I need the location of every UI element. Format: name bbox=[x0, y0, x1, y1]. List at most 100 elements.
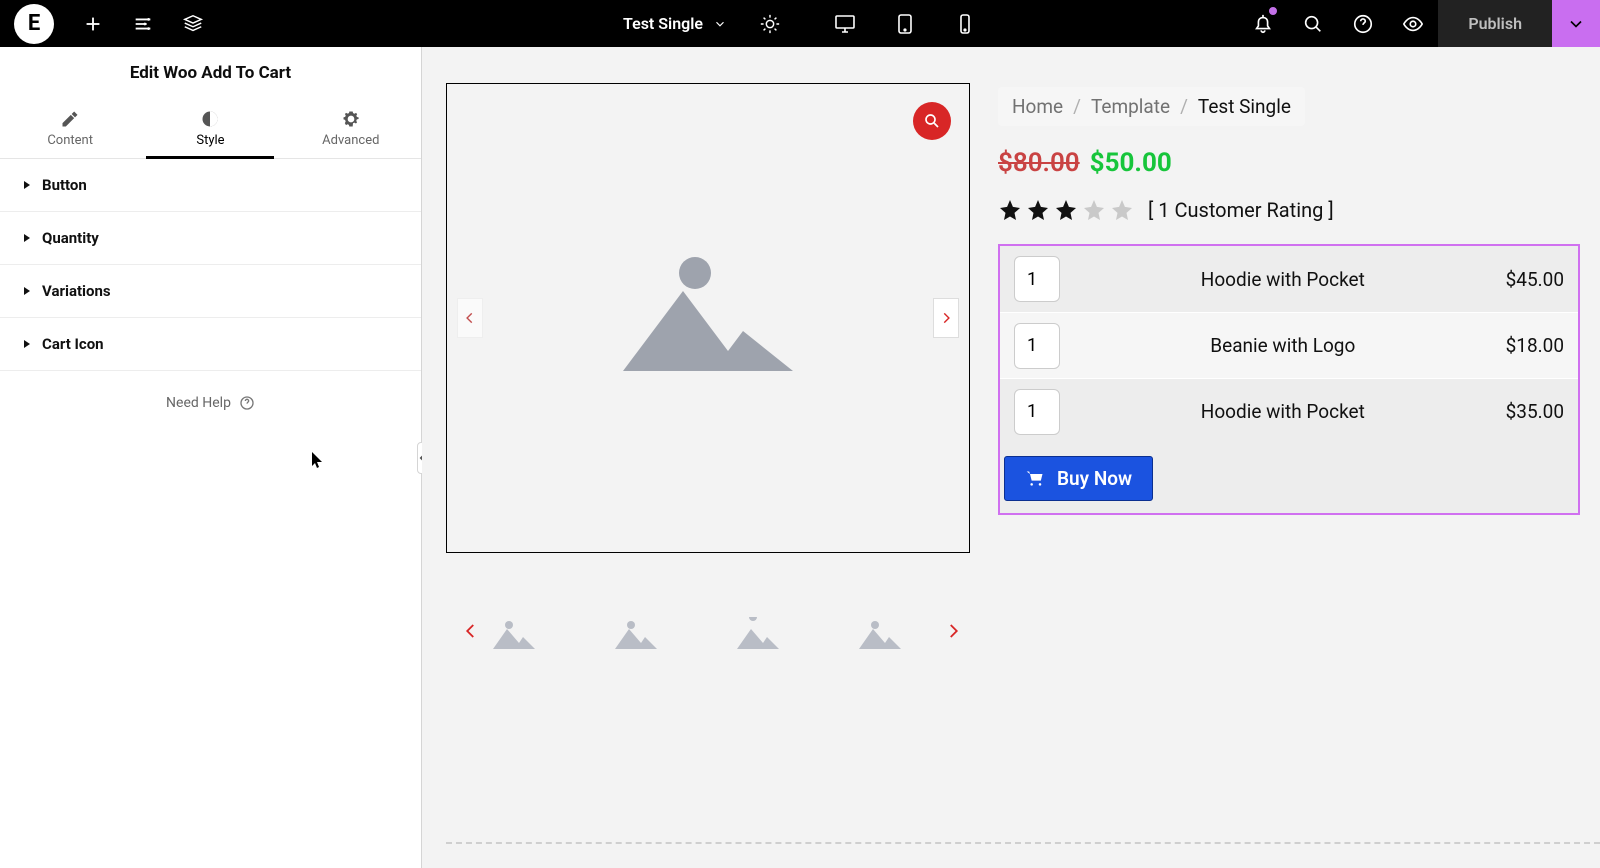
chevron-right-icon bbox=[939, 307, 953, 329]
cart-item-price: $18.00 bbox=[1506, 334, 1564, 357]
chevron-left-icon bbox=[463, 307, 477, 329]
star-icon bbox=[1026, 198, 1050, 222]
product-gallery bbox=[446, 83, 970, 828]
image-zoom-button[interactable] bbox=[913, 102, 951, 140]
cart-item-row: 1Beanie with Logo$18.00 bbox=[1000, 312, 1578, 378]
breadcrumb-current: Test Single bbox=[1198, 95, 1291, 118]
publish-label: Publish bbox=[1468, 14, 1522, 33]
thumbs-next-button[interactable] bbox=[944, 622, 962, 640]
elementor-logo[interactable]: E bbox=[14, 4, 54, 44]
preview-button[interactable] bbox=[1388, 0, 1438, 47]
notifications-button[interactable] bbox=[1238, 0, 1288, 47]
document-title-dropdown[interactable]: Test Single bbox=[605, 0, 745, 47]
cart-item-name: Beanie with Logo bbox=[1060, 334, 1506, 357]
gallery-thumbnails bbox=[446, 597, 970, 665]
help-button[interactable] bbox=[1338, 0, 1388, 47]
publish-area: Publish bbox=[1438, 0, 1600, 47]
help-circle-icon bbox=[239, 395, 255, 411]
cart-item-name: Hoodie with Pocket bbox=[1060, 268, 1506, 291]
buy-now-label: Buy Now bbox=[1057, 467, 1132, 490]
cart-item-price: $35.00 bbox=[1506, 400, 1564, 423]
chevron-left-icon bbox=[462, 622, 480, 640]
thumbnail[interactable] bbox=[608, 611, 664, 651]
section-cart-icon-label: Cart Icon bbox=[42, 335, 104, 353]
topbar-right: Publish bbox=[1238, 0, 1600, 47]
quantity-input[interactable]: 1 bbox=[1014, 256, 1060, 302]
need-help-label: Need Help bbox=[166, 395, 231, 411]
section-variations-label: Variations bbox=[42, 282, 111, 300]
panel-title: Edit Woo Add To Cart bbox=[0, 47, 421, 99]
notification-badge bbox=[1268, 6, 1278, 16]
section-button[interactable]: Button bbox=[0, 159, 421, 212]
tab-advanced-label: Advanced bbox=[322, 133, 379, 148]
navigator-button[interactable] bbox=[168, 0, 218, 47]
breadcrumb: Home / Template / Test Single bbox=[998, 87, 1305, 126]
breadcrumb-home[interactable]: Home bbox=[1012, 95, 1063, 118]
gear-icon bbox=[341, 109, 361, 129]
add-element-button[interactable] bbox=[68, 0, 118, 47]
cart-item-row: 1Hoodie with Pocket$35.00 bbox=[1000, 378, 1578, 444]
app-topbar: E Test Single bbox=[0, 0, 1600, 47]
mouse-cursor-icon bbox=[312, 452, 324, 470]
gallery-next-button[interactable] bbox=[933, 298, 959, 338]
caret-right-icon bbox=[22, 339, 32, 349]
search-icon bbox=[923, 112, 941, 130]
publish-options-button[interactable] bbox=[1552, 0, 1600, 47]
cart-item-name: Hoodie with Pocket bbox=[1060, 400, 1506, 423]
tab-style-label: Style bbox=[196, 133, 224, 148]
workspace: Edit Woo Add To Cart Content Style Advan… bbox=[0, 47, 1600, 868]
page-settings-button[interactable] bbox=[745, 0, 795, 47]
section-quantity-label: Quantity bbox=[42, 229, 99, 247]
section-variations[interactable]: Variations bbox=[0, 265, 421, 318]
caret-right-icon bbox=[22, 233, 32, 243]
buy-now-button[interactable]: Buy Now bbox=[1004, 456, 1153, 501]
rating-stars bbox=[998, 198, 1134, 222]
section-button-label: Button bbox=[42, 176, 87, 194]
tab-style[interactable]: Style bbox=[140, 99, 280, 158]
need-help-link[interactable]: Need Help bbox=[0, 371, 421, 411]
quantity-input[interactable]: 1 bbox=[1014, 389, 1060, 435]
thumbs-prev-button[interactable] bbox=[462, 622, 480, 640]
buy-row: Buy Now bbox=[1000, 444, 1578, 513]
viewport-desktop[interactable] bbox=[815, 0, 875, 47]
breadcrumb-sep: / bbox=[1073, 95, 1081, 118]
gallery-prev-button[interactable] bbox=[457, 298, 483, 338]
section-quantity[interactable]: Quantity bbox=[0, 212, 421, 265]
section-divider bbox=[446, 842, 1600, 844]
site-settings-button[interactable] bbox=[118, 0, 168, 47]
topbar-left: E bbox=[0, 0, 218, 47]
topbar-center: Test Single bbox=[605, 0, 995, 47]
breadcrumb-sep: / bbox=[1180, 95, 1188, 118]
thumbnail[interactable] bbox=[730, 611, 786, 651]
chevron-right-icon bbox=[944, 622, 962, 640]
quantity-input[interactable]: 1 bbox=[1014, 323, 1060, 369]
caret-right-icon bbox=[22, 286, 32, 296]
canvas-inner: Home / Template / Test Single $80.00 $50… bbox=[422, 47, 1600, 868]
star-icon bbox=[1110, 198, 1134, 222]
image-placeholder-icon bbox=[613, 251, 803, 385]
product-info: Home / Template / Test Single $80.00 $50… bbox=[998, 83, 1580, 828]
panel-sections: Button Quantity Variations Cart Icon Nee… bbox=[0, 159, 421, 868]
tab-content-label: Content bbox=[47, 133, 93, 148]
tab-content[interactable]: Content bbox=[0, 99, 140, 158]
caret-right-icon bbox=[22, 180, 32, 190]
section-cart-icon[interactable]: Cart Icon bbox=[0, 318, 421, 371]
tab-advanced[interactable]: Advanced bbox=[281, 99, 421, 158]
rating-text: [ 1 Customer Rating ] bbox=[1148, 198, 1334, 222]
price-old: $80.00 bbox=[998, 148, 1080, 178]
document-title: Test Single bbox=[623, 14, 703, 33]
panel-tabs: Content Style Advanced bbox=[0, 99, 421, 159]
publish-button[interactable]: Publish bbox=[1438, 0, 1552, 47]
thumbnail[interactable] bbox=[486, 611, 542, 651]
add-to-cart-widget: 1Hoodie with Pocket$45.001Beanie with Lo… bbox=[998, 244, 1580, 515]
thumbnail[interactable] bbox=[852, 611, 908, 651]
cart-item-price: $45.00 bbox=[1506, 268, 1564, 291]
responsive-viewport-switcher bbox=[815, 0, 995, 47]
viewport-mobile[interactable] bbox=[935, 0, 995, 47]
editor-canvas[interactable]: Home / Template / Test Single $80.00 $50… bbox=[422, 47, 1600, 868]
breadcrumb-template[interactable]: Template bbox=[1091, 95, 1170, 118]
price-new: $50.00 bbox=[1090, 148, 1172, 178]
finder-search-button[interactable] bbox=[1288, 0, 1338, 47]
viewport-tablet[interactable] bbox=[875, 0, 935, 47]
contrast-icon bbox=[200, 109, 220, 129]
